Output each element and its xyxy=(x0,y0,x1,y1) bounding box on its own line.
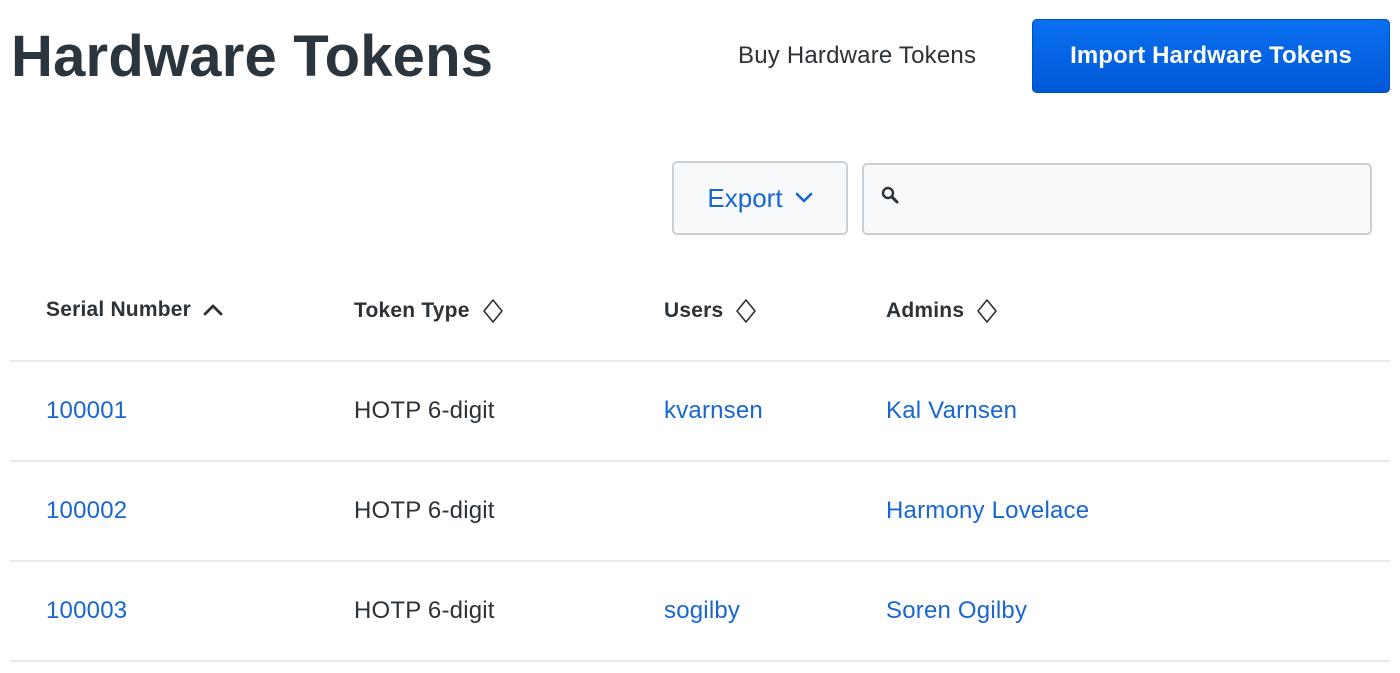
token-type-cell: HOTP 6-digit xyxy=(354,397,495,424)
table-row: 100001 HOTP 6-digit kvarnsen Kal Varnsen xyxy=(10,362,1390,462)
export-button[interactable]: Export xyxy=(672,161,848,235)
serial-number-link[interactable]: 100001 xyxy=(46,396,127,426)
sort-unsorted-icon xyxy=(482,299,503,323)
import-hardware-tokens-button[interactable]: Import Hardware Tokens xyxy=(1032,19,1390,93)
admin-link[interactable]: Soren Ogilby xyxy=(886,596,1027,626)
table-row: 100002 HOTP 6-digit Harmony Lovelace xyxy=(10,462,1390,562)
serial-number-link[interactable]: 100003 xyxy=(46,596,127,626)
column-header-label: Admins xyxy=(886,299,965,322)
column-header-label: Users xyxy=(664,299,724,322)
search-input[interactable] xyxy=(912,173,1366,227)
hardware-tokens-page: Hardware Tokens Buy Hardware Tokens Impo… xyxy=(0,0,1400,673)
export-label: Export xyxy=(707,182,783,213)
admin-link[interactable]: Harmony Lovelace xyxy=(886,496,1089,526)
table-header: Serial Number Token Type Users Admins xyxy=(10,262,1390,362)
column-header-label: Token Type xyxy=(354,299,470,322)
column-header-admins[interactable]: Admins xyxy=(886,298,998,324)
column-header-serial-number[interactable]: Serial Number xyxy=(46,298,223,322)
search-icon xyxy=(881,186,899,204)
user-link[interactable]: kvarnsen xyxy=(664,396,763,426)
search-box[interactable] xyxy=(862,163,1372,235)
chevron-down-icon xyxy=(795,192,812,203)
column-header-token-type[interactable]: Token Type xyxy=(354,298,504,324)
token-type-cell: HOTP 6-digit xyxy=(354,497,495,524)
column-header-label: Serial Number xyxy=(46,298,191,321)
sort-unsorted-icon xyxy=(736,299,757,323)
admin-link[interactable]: Kal Varnsen xyxy=(886,396,1017,426)
hardware-tokens-table: Serial Number Token Type Users Admins 10… xyxy=(10,262,1390,662)
sort-unsorted-icon xyxy=(977,299,998,323)
token-type-cell: HOTP 6-digit xyxy=(354,597,495,624)
user-link[interactable]: sogilby xyxy=(664,596,740,626)
serial-number-link[interactable]: 100002 xyxy=(46,496,127,526)
page-title: Hardware Tokens xyxy=(11,24,494,89)
sort-ascending-icon xyxy=(203,304,223,316)
column-header-users[interactable]: Users xyxy=(664,298,757,324)
table-row: 100003 HOTP 6-digit sogilby Soren Ogilby xyxy=(10,562,1390,662)
buy-hardware-tokens-link[interactable]: Buy Hardware Tokens xyxy=(738,40,976,72)
